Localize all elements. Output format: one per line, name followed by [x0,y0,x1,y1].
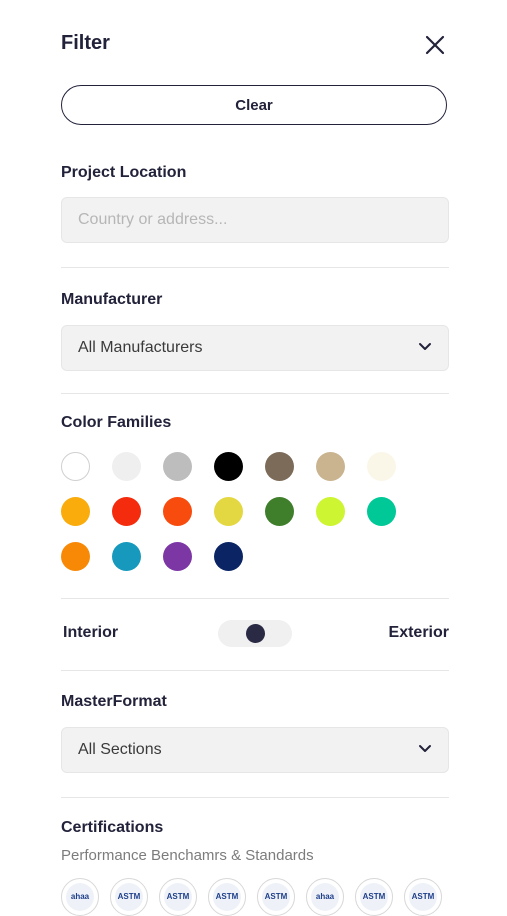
certification-badge[interactable]: ASTM [208,878,246,916]
divider [61,797,449,798]
certification-logo-icon: ahaa [311,883,339,911]
color-swatch[interactable] [214,497,243,526]
divider [61,670,449,671]
certifications-label: Certifications [61,819,164,836]
certification-badge[interactable]: ASTM [355,878,393,916]
interior-exterior-toggle-row: Interior Exterior [61,620,449,647]
certification-logo-icon: ahaa [66,883,94,911]
certification-badges: ahaa ASTM ASTM ASTM ASTM ahaa ASTM ASTM [61,878,442,916]
color-swatch[interactable] [163,542,192,571]
certification-badge[interactable]: ASTM [257,878,295,916]
certification-logo-icon: ASTM [115,883,143,911]
color-swatch[interactable] [265,452,294,481]
color-swatch[interactable] [163,452,192,481]
manufacturer-select[interactable]: All Manufacturers [61,325,449,371]
certification-logo-icon: ASTM [164,883,192,911]
certification-badge[interactable]: ASTM [110,878,148,916]
manufacturer-label: Manufacturer [61,291,163,308]
certification-badge[interactable]: ASTM [159,878,197,916]
certification-badge[interactable]: ahaa [61,878,99,916]
color-swatch[interactable] [214,452,243,481]
certification-logo-icon: ASTM [360,883,388,911]
color-swatch[interactable] [61,497,90,526]
chevron-down-icon [418,339,432,357]
interior-label: Interior [63,624,119,641]
project-location-input[interactable] [61,197,449,243]
color-swatch-grid [61,452,421,571]
chevron-down-icon [418,741,432,759]
certifications-subtitle: Performance Benchamrs & Standards [61,847,314,864]
masterformat-value: All Sections [78,741,162,758]
color-swatch[interactable] [112,542,141,571]
divider [61,393,449,394]
clear-button[interactable]: Clear [61,85,447,125]
exterior-label: Exterior [388,624,449,641]
color-swatch[interactable] [367,497,396,526]
color-swatch[interactable] [367,452,396,481]
color-swatch[interactable] [61,452,90,481]
color-swatch[interactable] [163,497,192,526]
manufacturer-value: All Manufacturers [78,339,203,356]
divider [61,267,449,268]
color-swatch[interactable] [316,452,345,481]
certification-badge[interactable]: ASTM [404,878,442,916]
interior-exterior-toggle[interactable] [218,620,292,647]
certification-badge[interactable]: ahaa [306,878,344,916]
close-icon[interactable] [423,33,447,57]
color-families-label: Color Families [61,414,172,431]
divider [61,598,449,599]
toggle-knob[interactable] [246,624,265,643]
color-swatch[interactable] [61,542,90,571]
masterformat-label: MasterFormat [61,693,167,710]
color-swatch[interactable] [265,497,294,526]
project-location-label: Project Location [61,164,187,181]
masterformat-select[interactable]: All Sections [61,727,449,773]
color-swatch[interactable] [316,497,345,526]
page-title: Filter [61,32,110,54]
color-swatch[interactable] [214,542,243,571]
certification-logo-icon: ASTM [409,883,437,911]
color-swatch[interactable] [112,497,141,526]
certification-logo-icon: ASTM [213,883,241,911]
certification-logo-icon: ASTM [262,883,290,911]
color-swatch[interactable] [112,452,141,481]
